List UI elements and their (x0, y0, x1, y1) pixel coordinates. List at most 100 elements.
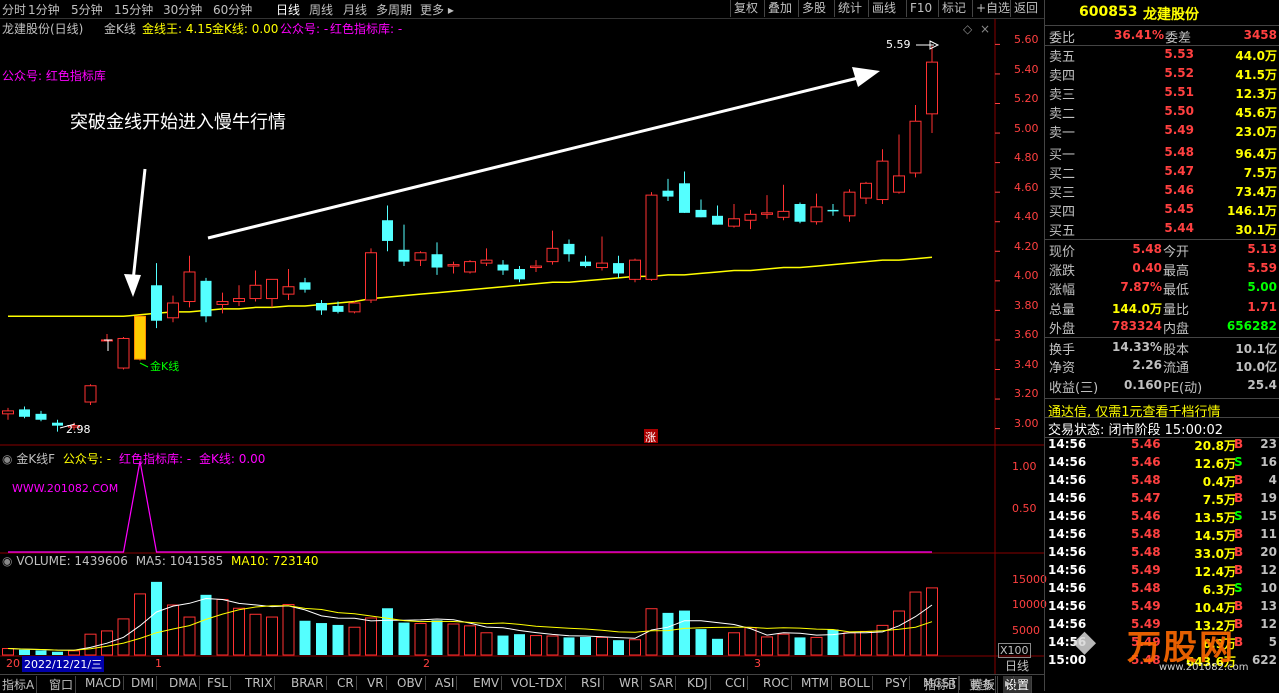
tab-4[interactable]: DMA (167, 676, 200, 690)
right-tab-2[interactable]: ▸ (1003, 676, 1015, 690)
tick-volume: 7.5万 (1202, 493, 1236, 507)
diamond-icon[interactable]: ◇ (963, 22, 972, 36)
period-10[interactable]: 更多 ▸ (420, 1, 454, 18)
tick-time: 14:56 (1048, 491, 1087, 505)
asks-row[interactable]: 卖一 5.49 23.0万 (1045, 121, 1279, 141)
tick-price: 5.47 (1131, 491, 1161, 505)
tab-12[interactable]: EMV (471, 676, 503, 690)
period-label[interactable]: 日线 (1005, 657, 1029, 674)
candle-body (200, 280, 212, 317)
candle-body (216, 301, 229, 305)
tab-19[interactable]: ROC (761, 676, 793, 690)
asks-row[interactable]: 卖四 5.52 41.5万 (1045, 64, 1279, 84)
volume-bar (249, 613, 262, 656)
tick-price: 5.46 (1131, 437, 1161, 451)
tab-9[interactable]: VR (365, 676, 387, 690)
period-5[interactable]: 60分钟 (213, 1, 252, 18)
volume-bar (414, 623, 427, 656)
trend-arrow-head (852, 67, 880, 87)
bids-row[interactable]: 买五 5.44 30.1万 (1045, 219, 1279, 239)
asks-row[interactable]: 卖三 5.51 12.3万 (1045, 83, 1279, 103)
tick-side: B (1234, 545, 1244, 559)
tab-22[interactable]: PSY (883, 676, 911, 690)
bids-row[interactable]: 买四 5.45 146.1万 (1045, 200, 1279, 220)
toolbar-button-7[interactable]: +自选 (972, 0, 1013, 17)
volume-bar (382, 608, 393, 655)
right-tab-0[interactable]: 指标B (922, 676, 960, 693)
candle-body (777, 210, 790, 218)
tab-11[interactable]: ASI (433, 676, 458, 690)
volume-bar (447, 623, 460, 656)
volume-bar (893, 610, 905, 656)
tick-count: 12 (1260, 563, 1277, 577)
tab-18[interactable]: CCI (723, 676, 749, 690)
period-6[interactable]: 日线 (276, 1, 300, 18)
close-icon[interactable]: × (980, 22, 990, 36)
tick-volume: 14.5万 (1194, 529, 1236, 543)
tab-2[interactable]: MACD (83, 676, 124, 690)
tab-17[interactable]: KDJ (685, 676, 711, 690)
vol-settings-icon[interactable]: ◉ (2, 554, 12, 568)
period-2[interactable]: 5分钟 (71, 1, 103, 18)
tab-16[interactable]: SAR (647, 676, 677, 690)
tick-time: 14:56 (1048, 545, 1087, 559)
toolbar-button-5[interactable]: F10 (906, 0, 935, 17)
bids-row[interactable]: 买二 5.47 7.5万 (1045, 162, 1279, 182)
stat-label: 收益(三) (1049, 380, 1099, 396)
sub-settings-icon[interactable]: ◉ (2, 452, 12, 466)
tab-21[interactable]: BOLL (837, 676, 873, 690)
stat-label: 外盘 (1049, 322, 1076, 337)
sub-red: 红色指标库: - (118, 452, 192, 466)
period-9[interactable]: 多周期 (376, 1, 412, 18)
candle-body (926, 61, 938, 115)
tab-10[interactable]: OBV (395, 676, 426, 690)
period-4[interactable]: 30分钟 (163, 1, 202, 18)
golden-k-candle (134, 315, 146, 360)
toolbar-button-8[interactable]: 返回 (1010, 0, 1041, 17)
tab-13[interactable]: VOL-TDX (509, 676, 566, 690)
stat-value-2: 10.1亿 (1235, 341, 1277, 356)
toolbar-button-2[interactable]: 多股 (798, 0, 829, 17)
tab-6[interactable]: TRIX (243, 676, 276, 690)
period-0[interactable]: 分时 (2, 1, 26, 18)
toolbar-button-6[interactable]: 标记 (938, 0, 969, 17)
candle-body (414, 252, 427, 261)
tab-14[interactable]: RSI (579, 676, 604, 690)
promo-row[interactable]: 通达信, 仅需1元查看千档行情 (1045, 398, 1279, 420)
toolbar-button-4[interactable]: 画线 (868, 0, 899, 17)
bids-row[interactable]: 买三 5.46 73.4万 (1045, 181, 1279, 201)
period-7[interactable]: 周线 (309, 1, 333, 18)
bids-row[interactable]: 买一 5.48 96.4万 (1045, 143, 1279, 163)
tab-1[interactable]: 窗口 (47, 676, 77, 693)
asks-volume: 44.0万 (1235, 49, 1277, 63)
tab-7[interactable]: BRAR (289, 676, 327, 690)
toolbar-button-0[interactable]: 复权 (730, 0, 761, 17)
tab-15[interactable]: WR (617, 676, 643, 690)
tab-0[interactable]: 指标A (0, 676, 38, 693)
stat-row: 总量 144.0万 量比 1.71 (1045, 298, 1279, 318)
sub-jk: 金K线: 0.00 (198, 452, 266, 466)
tab-20[interactable]: MTM (799, 676, 833, 690)
tab-3[interactable]: DMI (129, 676, 158, 690)
tick-time: 14:56 (1048, 455, 1087, 469)
cursor-date: 2022/12/21/三 (22, 656, 105, 672)
stat-value-2: 10.0亿 (1235, 360, 1277, 374)
headline-annotation: 突破金线开始进入慢牛行情 (70, 112, 286, 133)
period-3[interactable]: 15分钟 (114, 1, 153, 18)
period-1[interactable]: 1分钟 (28, 1, 60, 18)
tick-side: S (1234, 455, 1243, 469)
asks-row[interactable]: 卖二 5.50 45.6万 (1045, 102, 1279, 122)
period-8[interactable]: 月线 (343, 1, 367, 18)
tab-8[interactable]: CR (335, 676, 357, 690)
candle-body (810, 206, 823, 223)
right-tab-1[interactable]: 模板 (969, 676, 999, 693)
tab-5[interactable]: FSL (205, 676, 231, 690)
toolbar-button-1[interactable]: 叠加 (764, 0, 795, 17)
stock-name: 龙建股份 (1143, 7, 1199, 23)
toolbar-button-3[interactable]: 统计 (834, 0, 865, 17)
indicator-name[interactable]: 金K线 (104, 20, 136, 37)
candle-body (794, 203, 806, 222)
tick-row: 14:56 5.48 0.4万 B 4 (1045, 473, 1279, 491)
asks-row[interactable]: 卖五 5.53 44.0万 (1045, 45, 1279, 65)
tick-volume: 10.4万 (1194, 601, 1236, 615)
